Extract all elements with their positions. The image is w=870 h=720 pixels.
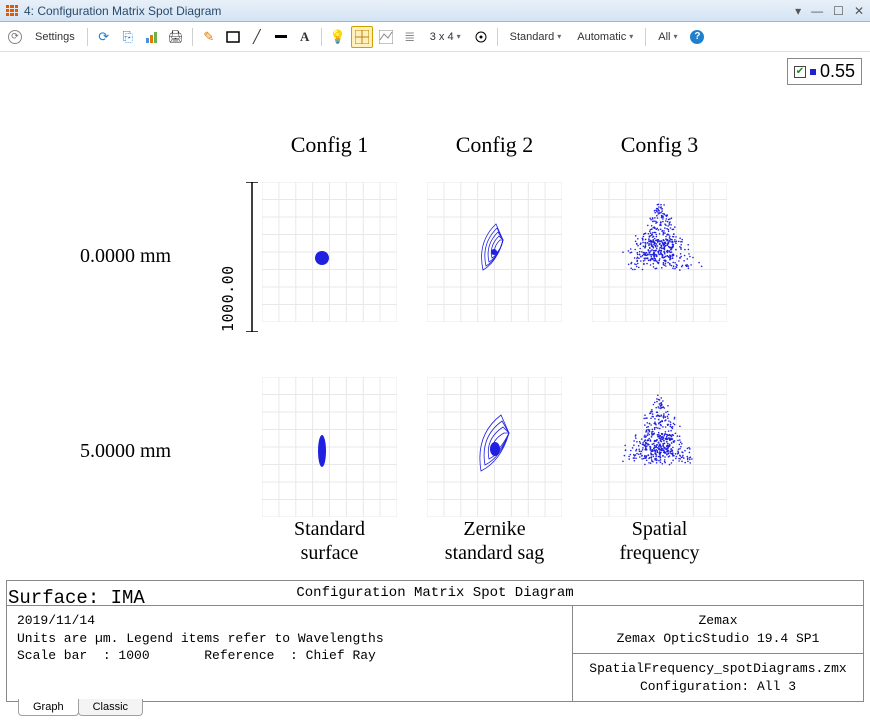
tab-graph[interactable]: Graph xyxy=(18,699,79,716)
minimize-button[interactable]: — xyxy=(811,4,823,18)
maximize-button[interactable]: ☐ xyxy=(833,4,844,18)
spot-r1-c2[interactable] xyxy=(427,182,562,322)
settings-button[interactable]: Settings xyxy=(28,26,82,48)
scale-bar xyxy=(244,182,260,332)
col-sublabel-2: Zernike standard sag xyxy=(427,517,562,565)
column-headers: Config 1 Config 2 Config 3 xyxy=(262,132,727,158)
wavelength-legend[interactable]: ✔ 0.55 xyxy=(787,58,862,85)
print-button[interactable]: 🖨 xyxy=(165,26,187,48)
help-button[interactable]: ? xyxy=(686,26,708,48)
app-icon xyxy=(6,5,18,17)
grid-size-dropdown[interactable]: 3 x 4 ▾ xyxy=(423,26,468,48)
info-right-bottom: SpatialFrequency_spotDiagrams.zmx Config… xyxy=(573,654,863,701)
title-bar: 4: Configuration Matrix Spot Diagram ▾ —… xyxy=(0,0,870,22)
col-header-1: Config 1 xyxy=(262,132,397,158)
col-header-3: Config 3 xyxy=(592,132,727,158)
spot-r1-c3[interactable] xyxy=(592,182,727,322)
toolbar: ⟳ Settings ⟳ ⎘ 🖨 ✎ ╱ A 💡 ≣ 3 x 4 ▾ Stand… xyxy=(0,22,870,52)
view-tabs: Graph Classic xyxy=(18,699,142,716)
tab-classic[interactable]: Classic xyxy=(78,699,143,716)
wavelength-checkbox[interactable]: ✔ xyxy=(794,66,806,78)
line-tool-button[interactable]: ╱ xyxy=(246,26,268,48)
col-sublabel-3: Spatial frequency xyxy=(592,517,727,565)
thick-line-button[interactable] xyxy=(270,26,292,48)
col-sublabel-1: Standard surface xyxy=(262,517,397,565)
wavelength-value: 0.55 xyxy=(820,61,855,82)
grid-preset-button[interactable] xyxy=(351,26,373,48)
plot-area: ✔ 0.55 Config 1 Config 2 Config 3 0.0000… xyxy=(0,52,870,580)
spot-r1-c1[interactable] xyxy=(262,182,397,322)
info-left: 2019/11/14 Units are µm. Legend items re… xyxy=(7,606,573,701)
collapse-button[interactable]: ▾ xyxy=(795,4,801,18)
spot-r2-c3[interactable] xyxy=(592,377,727,517)
update-button[interactable]: ⟳ xyxy=(4,26,26,48)
close-button[interactable]: ✕ xyxy=(854,4,864,18)
lightbulb-button[interactable]: 💡 xyxy=(327,26,349,48)
row-label-1: 0.0000 mm xyxy=(80,245,171,268)
copy-button[interactable]: ⎘ xyxy=(117,26,139,48)
plot-standard-dropdown[interactable]: Standard ▾ xyxy=(503,26,569,48)
scale-automatic-dropdown[interactable]: Automatic ▾ xyxy=(570,26,640,48)
refresh-button[interactable]: ⟳ xyxy=(93,26,115,48)
spot-r2-c2[interactable] xyxy=(427,377,562,517)
row-label-2: 5.0000 mm xyxy=(80,440,171,463)
target-button[interactable] xyxy=(470,26,492,48)
scale-bar-label: 1000.00 xyxy=(219,265,237,332)
wavelength-color-swatch xyxy=(810,69,816,75)
window-controls: ▾ — ☐ ✕ xyxy=(795,4,864,18)
info-right-top: Zemax Zemax OpticStudio 19.4 SP1 xyxy=(573,606,863,654)
save-chart-button[interactable] xyxy=(141,26,163,48)
window-title: 4: Configuration Matrix Spot Diagram xyxy=(24,4,795,18)
rectangle-tool-button[interactable] xyxy=(222,26,244,48)
layers-button[interactable]: ≣ xyxy=(399,26,421,48)
pencil-tool-button[interactable]: ✎ xyxy=(198,26,220,48)
plot-style-button[interactable] xyxy=(375,26,397,48)
config-all-dropdown[interactable]: All ▾ xyxy=(651,26,684,48)
spot-r2-c1[interactable] xyxy=(262,377,397,517)
col-header-2: Config 2 xyxy=(427,132,562,158)
surface-label: Surface: IMA xyxy=(8,587,145,609)
column-sublabels: Standard surface Zernike standard sag Sp… xyxy=(262,517,727,565)
text-tool-button[interactable]: A xyxy=(294,26,316,48)
